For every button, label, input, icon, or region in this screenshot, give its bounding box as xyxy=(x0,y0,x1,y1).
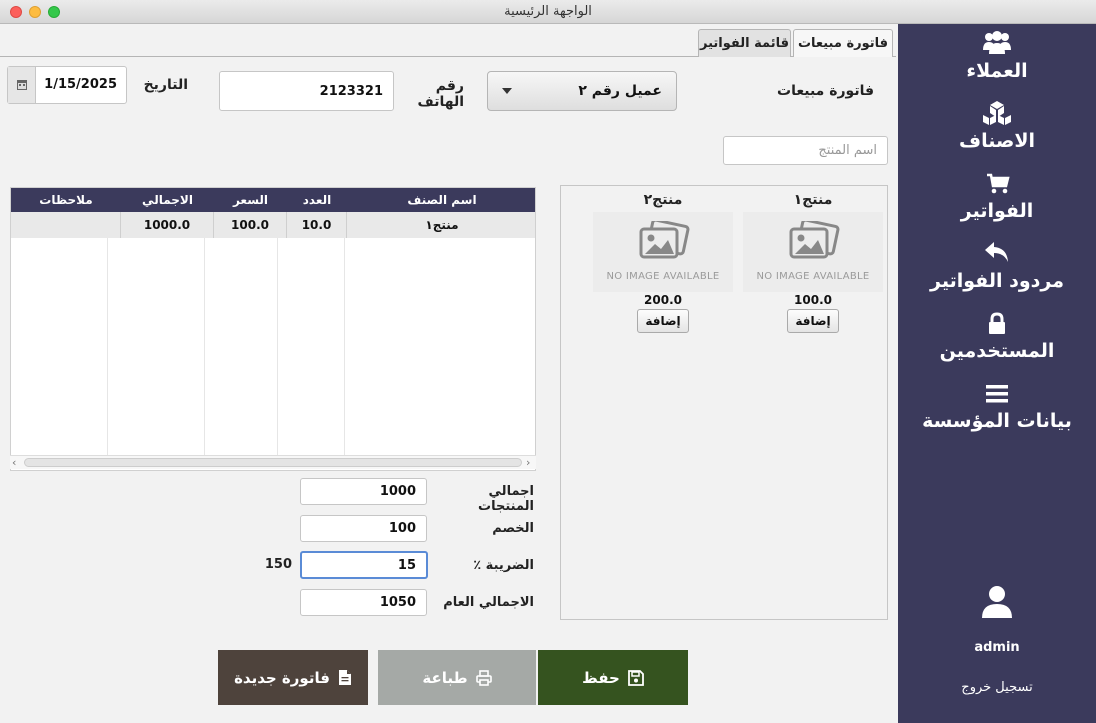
column-header-name[interactable]: اسم الصنف xyxy=(347,188,535,212)
sidebar-item-invoices[interactable]: الفواتير xyxy=(898,172,1096,222)
reply-icon xyxy=(985,242,1008,262)
cell-price: 100.0 xyxy=(214,212,287,238)
column-divider xyxy=(277,238,278,456)
tax-label: الضريبة ٪ xyxy=(473,558,534,573)
cart-icon xyxy=(987,173,1010,194)
scroll-right-icon[interactable]: › xyxy=(526,456,530,469)
image-placeholder-icon xyxy=(639,221,690,259)
date-picker[interactable]: 1/15/2025 xyxy=(7,66,127,104)
column-header-notes[interactable]: ملاحظات xyxy=(11,188,121,212)
sidebar: العملاء الاصناف الفواتير مردود الفواتير … xyxy=(898,24,1096,723)
discount-label: الخصم xyxy=(492,521,534,536)
sidebar-item-company[interactable]: بيانات المؤسسة xyxy=(898,382,1096,432)
column-header-total[interactable]: الاجمالي xyxy=(121,188,214,212)
sidebar-item-customers[interactable]: العملاء xyxy=(898,30,1096,82)
cell-qty: 10.0 xyxy=(287,212,347,238)
current-user: admin xyxy=(898,584,1096,655)
tax-input[interactable]: 15 xyxy=(300,551,428,579)
invoice-type-label: فاتورة مبيعات xyxy=(777,83,874,99)
column-divider xyxy=(204,238,205,456)
sidebar-item-label: الاصناف xyxy=(959,130,1035,152)
save-icon xyxy=(627,669,644,686)
date-label: التاريخ xyxy=(143,77,188,93)
no-image-text: NO IMAGE AVAILABLE xyxy=(606,271,720,282)
product-search-input[interactable]: اسم المنتج xyxy=(723,136,888,165)
cell-total: 1000.0 xyxy=(121,212,214,238)
product-card-name: منتج١ xyxy=(793,192,833,208)
table-horizontal-scrollbar[interactable]: ‹ › xyxy=(10,455,536,469)
sidebar-item-products[interactable]: الاصناف xyxy=(898,100,1096,152)
add-product-button[interactable]: إضافة xyxy=(787,309,839,333)
products-total-label: اجمالي المنتجات xyxy=(478,484,534,514)
product-price: 200.0 xyxy=(644,293,682,307)
user-icon xyxy=(982,586,1012,618)
save-button[interactable]: حفظ xyxy=(538,650,688,705)
product-card-name: منتج٢ xyxy=(643,192,683,208)
column-header-qty[interactable]: العدد xyxy=(287,188,347,212)
phone-input[interactable]: 2123321 xyxy=(219,71,394,111)
discount-input[interactable]: 100 xyxy=(300,515,427,542)
product-price: 100.0 xyxy=(794,293,832,307)
cell-notes xyxy=(27,212,121,238)
users-icon xyxy=(983,31,1011,54)
date-value: 1/15/2025 xyxy=(44,77,117,92)
new-invoice-button[interactable]: فاتورة جديدة xyxy=(218,650,368,705)
new-invoice-button-label: فاتورة جديدة xyxy=(234,668,330,687)
image-placeholder-icon xyxy=(789,221,840,259)
phone-label: رقم الهاتف xyxy=(417,78,464,110)
tab-invoice-list[interactable]: قائمة الفواتير xyxy=(698,29,791,57)
calendar-icon[interactable] xyxy=(8,67,36,103)
invoice-items-table: اسم الصنف العدد السعر الاجمالي ملاحظات م… xyxy=(10,187,536,471)
sidebar-item-label: المستخدمين xyxy=(939,340,1055,362)
sidebar-item-label: الفواتير xyxy=(960,200,1034,222)
cubes-icon xyxy=(983,101,1011,125)
print-icon xyxy=(475,669,492,686)
customer-select[interactable]: عميل رقم ٢ xyxy=(487,71,677,111)
column-header-price[interactable]: السعر xyxy=(214,188,287,212)
column-divider xyxy=(344,238,345,456)
product-image[interactable]: NO IMAGE AVAILABLE xyxy=(743,212,883,292)
print-button[interactable]: طباعة xyxy=(378,650,536,705)
add-product-button[interactable]: إضافة xyxy=(637,309,689,333)
products-total-field[interactable]: 1000 xyxy=(300,478,427,505)
window-title: الواجهة الرئيسية xyxy=(504,4,592,19)
grand-total-label: الاجمالي العام xyxy=(443,595,534,610)
save-button-label: حفظ xyxy=(582,668,620,687)
table-row[interactable]: منتج١ 10.0 100.0 1000.0 xyxy=(11,212,535,238)
products-panel: منتج١ NO IMAGE AVAILABLE 100.0 إضافة منت… xyxy=(560,185,888,620)
column-divider xyxy=(107,238,108,456)
lock-icon xyxy=(989,312,1005,334)
chevron-down-icon xyxy=(502,88,512,94)
sidebar-item-label: العملاء xyxy=(966,60,1028,82)
menu-icon xyxy=(986,385,1008,403)
cell-name: منتج١ xyxy=(425,218,459,232)
username: admin xyxy=(974,640,1020,655)
scroll-left-icon[interactable]: ‹ xyxy=(12,456,16,469)
no-image-text: NO IMAGE AVAILABLE xyxy=(756,271,870,282)
window-title-bar: الواجهة الرئيسية xyxy=(0,0,1096,24)
tab-sales-invoice[interactable]: فاتورة مبيعات xyxy=(793,29,893,57)
file-icon xyxy=(338,670,351,685)
customer-select-value: عميل رقم ٢ xyxy=(578,83,662,99)
sidebar-item-label: مردود الفواتير xyxy=(930,270,1064,292)
logout-button[interactable]: تسجيل خروج xyxy=(898,680,1096,695)
sidebar-item-returns[interactable]: مردود الفواتير xyxy=(898,240,1096,292)
print-button-label: طباعة xyxy=(422,668,468,687)
tax-amount: 150 xyxy=(264,557,292,572)
product-image[interactable]: NO IMAGE AVAILABLE xyxy=(593,212,733,292)
sidebar-item-label: بيانات المؤسسة xyxy=(922,410,1072,432)
sidebar-item-users[interactable]: المستخدمين xyxy=(898,312,1096,362)
table-header: اسم الصنف العدد السعر الاجمالي ملاحظات xyxy=(11,188,535,212)
scrollbar-thumb[interactable] xyxy=(24,458,522,467)
grand-total-field[interactable]: 1050 xyxy=(300,589,427,616)
